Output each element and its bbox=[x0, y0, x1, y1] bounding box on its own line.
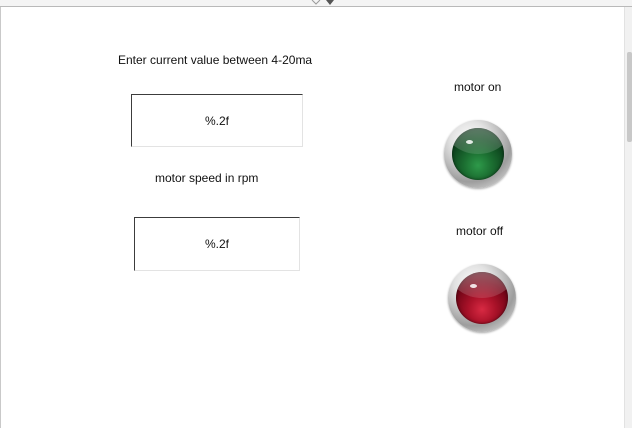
motor-on-led-lens bbox=[452, 128, 504, 180]
scrollbar-thumb[interactable] bbox=[627, 52, 632, 142]
panel-left-border bbox=[0, 7, 1, 428]
motor-off-led-icon bbox=[448, 264, 516, 332]
motor-on-led-icon bbox=[444, 120, 512, 188]
motor-on-led-highlight bbox=[466, 140, 473, 144]
motor-off-led-lens bbox=[456, 272, 508, 324]
speed-prompt-label: motor speed in rpm bbox=[155, 171, 259, 185]
panel-top-strip bbox=[0, 0, 632, 7]
speed-value-field[interactable] bbox=[134, 217, 300, 271]
current-prompt-label: Enter current value between 4-20ma bbox=[118, 53, 313, 67]
motor-off-label: motor off bbox=[456, 224, 504, 238]
current-value-field[interactable] bbox=[131, 94, 303, 147]
vertical-scrollbar[interactable] bbox=[624, 7, 632, 428]
motor-on-led-gloss bbox=[452, 128, 504, 154]
motor-on-label: motor on bbox=[454, 80, 502, 94]
motor-off-led-gloss bbox=[456, 272, 508, 298]
splitter-grip-icon[interactable] bbox=[311, 0, 339, 7]
motor-off-led-highlight bbox=[470, 284, 477, 288]
